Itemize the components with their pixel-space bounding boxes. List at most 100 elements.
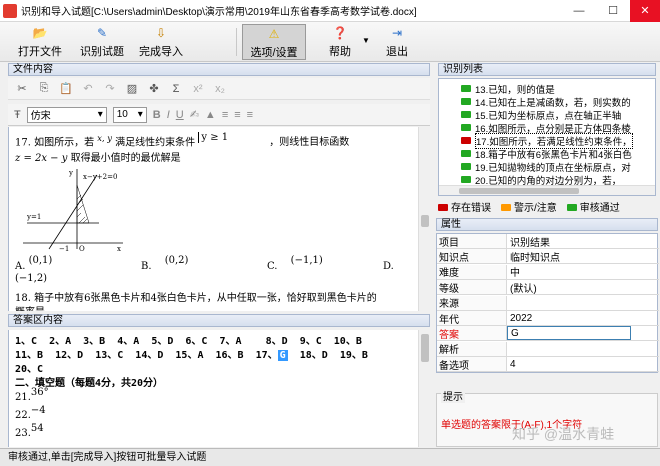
maximize-button[interactable]: ☐ <box>596 0 630 22</box>
minimize-button[interactable]: — <box>562 0 596 22</box>
color-icon[interactable]: ▲ <box>205 109 216 121</box>
underline-icon[interactable]: U <box>176 109 184 121</box>
graph-y1-label: y=1 <box>26 213 41 221</box>
answer-scroll-thumb[interactable] <box>421 334 429 362</box>
status-dot-icon <box>461 85 471 92</box>
property-row[interactable]: 项目 识别结果 <box>437 234 659 249</box>
option-c-value: (−1,1) <box>290 255 323 266</box>
file-content-editor[interactable]: 17. 如图所示，若 x, y 满足线性约束条件 y ≥ 1 ，则线性目标函数 … <box>8 127 418 311</box>
property-row[interactable]: 解析 <box>437 341 659 357</box>
answer-23-value: 54 <box>30 423 44 434</box>
align-right-icon[interactable]: ≡ <box>247 109 253 121</box>
chevron-down-icon: ▼ <box>362 36 370 45</box>
superscript-icon[interactable]: x² <box>190 83 206 95</box>
answer-input[interactable]: G <box>507 326 631 341</box>
list-item[interactable]: 19.已知拋物线的顶点在坐标原点，对 <box>461 161 631 174</box>
recognize-label: 识别试题 <box>80 46 124 58</box>
status-dot-icon <box>461 163 471 170</box>
property-value: 2022 <box>510 312 533 324</box>
option-c-label: C. <box>267 261 278 272</box>
bold-icon[interactable]: B <box>153 109 161 121</box>
answer-line-2-post: 18、D 19、B <box>287 350 368 361</box>
ok-swatch <box>566 203 577 211</box>
list-hscroll-thumb[interactable] <box>459 188 579 194</box>
property-key: 等级 <box>437 280 507 295</box>
subscript-icon[interactable]: x₂ <box>212 83 228 95</box>
status-dot-icon <box>461 150 471 157</box>
answer-content-editor[interactable]: 1、C 2、A 3、B 4、A 5、D 6、C 7、A 8、D 9、C 10、B… <box>8 330 418 447</box>
align-left-icon[interactable]: ≡ <box>222 109 228 121</box>
main-toolbar: 📂 打开文件 ✎ 识别试题 ⇩ 完成导入 ⚠ 选项/设置 ❓ 帮助 ▼ ⇥ 退出 <box>0 22 660 62</box>
list-hscrollbar[interactable] <box>439 185 655 195</box>
q17-text-a: 17. 如图所示，若 <box>15 137 95 149</box>
answer-21: 21.36° <box>15 387 49 403</box>
property-row[interactable]: 来源 <box>437 295 659 311</box>
options-button[interactable]: ⚠ 选项/设置 <box>242 24 306 60</box>
property-value: 中 <box>510 268 520 280</box>
title-bar: 识别和导入试题[C:\Users\admin\Desktop\演示常用\2019… <box>0 0 660 22</box>
font-size-select[interactable]: 10 ▾ <box>112 106 147 123</box>
align-center-icon[interactable]: ≡ <box>234 109 240 121</box>
math-icon[interactable]: Σ <box>168 83 184 95</box>
list-item[interactable]: 16.如图所示，点分别是正方体四条棱 <box>461 122 631 135</box>
redo-icon[interactable]: ↷ <box>102 82 118 95</box>
q17-line2: z = 2x − y 取得最小值时的最优解是 <box>15 149 181 164</box>
exit-button[interactable]: ⇥ 退出 <box>380 24 414 60</box>
graph-neg1-label: −1 <box>59 245 69 253</box>
property-key: 项目 <box>437 234 507 249</box>
property-row[interactable]: 备选项 4 <box>437 357 659 373</box>
open-file-button[interactable]: 📂 打开文件 <box>14 24 66 60</box>
cut-icon[interactable]: ✂ <box>14 82 30 95</box>
help-label: 帮助 <box>329 46 351 58</box>
list-item-text: 19.已知拋物线的顶点在坐标原点，对 <box>475 162 631 174</box>
window-title: 识别和导入试题[C:\Users\admin\Desktop\演示常用\2019… <box>21 7 417 18</box>
q17-constraint: y ≥ 1 <box>198 132 229 144</box>
property-key: 备选项 <box>437 357 507 372</box>
highlight-icon[interactable]: ✍ <box>190 108 199 121</box>
help-icon: ❓ <box>332 26 348 40</box>
option-b-value: (0,2) <box>164 255 189 266</box>
editor-scrollbar[interactable] <box>418 127 430 311</box>
property-row[interactable]: 年代 2022 <box>437 311 659 326</box>
answer-highlight[interactable]: G <box>277 350 288 361</box>
property-key: 年代 <box>437 311 507 326</box>
q17-text-c: 满足线性约束条件 <box>115 137 196 149</box>
line-x-y-2 <box>48 174 98 250</box>
finish-import-button[interactable]: ⇩ 完成导入 <box>136 24 186 60</box>
symbol-icon[interactable]: ✤ <box>146 82 162 95</box>
hint-title: 提示 <box>441 388 465 403</box>
status-dot-icon <box>461 111 471 118</box>
answer-22-label: 22. <box>15 410 31 421</box>
italic-icon[interactable]: I <box>167 109 170 121</box>
recognize-button[interactable]: ✎ 识别试题 <box>76 24 128 60</box>
font-select[interactable]: 仿宋 ▾ <box>26 106 107 123</box>
property-row[interactable]: 答案 G <box>437 326 659 342</box>
help-button[interactable]: ❓ 帮助 <box>322 24 358 60</box>
q17-line1: 17. 如图所示，若 x, y 满足线性约束条件 y ≥ 1 ，则线性目标函数 <box>15 132 349 149</box>
q17-objective: z = 2x − y <box>15 153 68 164</box>
list-item[interactable]: 20.已知的内角的对边分别为，若， <box>461 174 621 187</box>
property-key: 来源 <box>437 295 507 310</box>
list-item[interactable]: 18.箱子中放有6张黑色卡片和4张白色 <box>461 148 632 161</box>
warn-swatch <box>501 203 511 211</box>
answer-line-3: 20、C <box>15 364 44 375</box>
format-toolbar: Ŧ 仿宋 ▾ 10 ▾ B I U ✍ ▲ ≡ ≡ ≡ <box>8 104 430 126</box>
paste-icon[interactable]: 📋 <box>58 82 74 95</box>
list-item[interactable]: 15.已知为坐标原点，点在轴正半轴 <box>461 109 621 122</box>
eraser-icon[interactable]: ▨ <box>124 82 140 95</box>
finish-import-label: 完成导入 <box>139 46 183 58</box>
list-item[interactable]: 14.已知在上是减函数，若，则实数的 <box>461 96 631 109</box>
list-item[interactable]: 13.已知，则的值是 <box>461 83 555 96</box>
editor-scroll-thumb[interactable] <box>421 215 429 227</box>
recognition-list[interactable]: 13.已知，则的值是 14.已知在上是减函数，若，则实数的 15.已知为坐标原点，点… <box>438 78 656 196</box>
copy-icon[interactable]: ⎘ <box>36 82 52 95</box>
hatch-lines <box>76 194 88 224</box>
property-row[interactable]: 难度中 <box>437 264 659 280</box>
property-row[interactable]: 等级 (默认) <box>437 280 659 296</box>
close-button[interactable]: ✕ <box>630 0 660 22</box>
undo-icon[interactable]: ↶ <box>80 82 96 95</box>
property-row[interactable]: 知识点 临时知识点 <box>437 249 659 265</box>
list-item[interactable]: 17.如图所示，若满足线性约束条件， <box>461 132 633 149</box>
font-size: 10 <box>116 109 128 120</box>
answer-scrollbar[interactable] <box>418 330 430 447</box>
